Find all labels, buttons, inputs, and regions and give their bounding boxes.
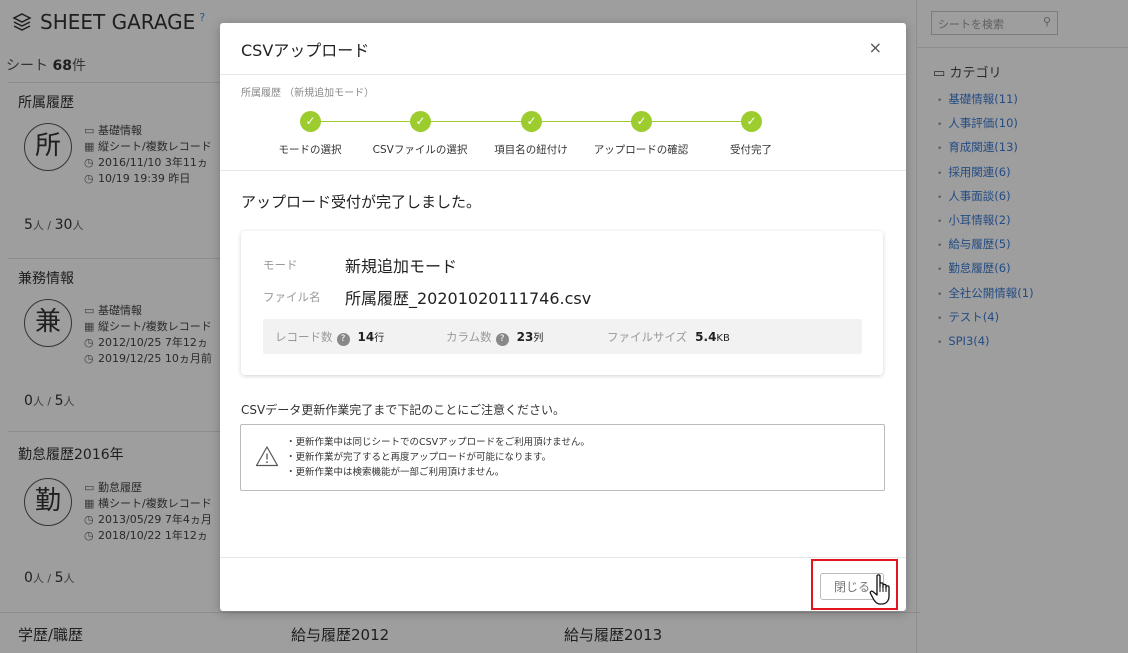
upload-summary-card: モード 新規追加モード ファイル名 所属履歴_20201020111746.cs… (241, 231, 883, 375)
record-count-unit: 行 (374, 333, 385, 344)
notice-box: 更新作業中は同じシートでのCSVアップロードをご利用頂けません。更新作業が完了す… (240, 424, 885, 491)
step-label: モードの選択 (278, 144, 342, 156)
filename-label: ファイル名 (263, 290, 321, 304)
filename-value: 所属履歴_20201020111746.csv (345, 289, 592, 308)
step-label: アップロードの確認 (593, 144, 689, 156)
record-count-value: 14 (357, 330, 375, 344)
check-icon: ✓ (521, 111, 542, 132)
check-icon: ✓ (410, 111, 431, 132)
step-label: 受付完了 (730, 144, 772, 156)
mode-label: モード (263, 258, 298, 272)
notice-item: 更新作業中は同じシートでのCSVアップロードをご利用頂けません。 (286, 435, 590, 450)
check-icon: ✓ (631, 111, 652, 132)
completion-message: アップロード受付が完了しました。 (241, 193, 482, 211)
hand-pointer-icon (869, 574, 890, 605)
csv-upload-modal: CSVアップロード × 所属履歴 （新規追加モード） ✓ モードの選択 ✓ CS… (220, 23, 906, 611)
step-label: 項目名の紐付け (494, 144, 568, 156)
mode-row: モード 新規追加モード (263, 257, 457, 276)
file-size-value: 5.4 (695, 330, 717, 344)
record-count: レコード数? 14行 (275, 329, 384, 346)
notice-item: 更新作業が完了すると再度アップロードが可能になります。 (286, 450, 590, 465)
step-label: CSVファイルの選択 (372, 144, 468, 156)
column-count-unit: 列 (533, 333, 544, 344)
help-icon[interactable]: ? (495, 333, 509, 346)
column-count-label: カラム数 (446, 330, 492, 344)
modal-footer: 閉じる (220, 557, 906, 611)
column-count-value: 23 (516, 330, 534, 344)
notice-title: CSVデータ更新作業完了まで下記のことにご注意ください。 (241, 403, 565, 417)
notice-list: 更新作業中は同じシートでのCSVアップロードをご利用頂けません。更新作業が完了す… (286, 435, 590, 480)
divider (220, 170, 906, 171)
column-count: カラム数? 23列 (446, 329, 543, 346)
breadcrumb: 所属履歴 （新規追加モード） (241, 88, 375, 99)
check-icon: ✓ (741, 111, 762, 132)
file-size-unit: KB (716, 333, 730, 344)
file-size-label: ファイルサイズ (607, 330, 688, 344)
record-count-label: レコード数 (275, 330, 333, 344)
file-size: ファイルサイズ 5.4KB (607, 329, 730, 345)
close-icon[interactable]: × (869, 38, 882, 57)
modal-header: CSVアップロード × (220, 23, 906, 75)
mode-value: 新規追加モード (345, 257, 458, 276)
filename-row: ファイル名 所属履歴_20201020111746.csv (263, 289, 591, 308)
progress-steps: ✓ モードの選択 ✓ CSVファイルの選択 ✓ 項目名の紐付け ✓ アップロード… (279, 111, 836, 161)
check-icon: ✓ (300, 111, 321, 132)
notice-item: 更新作業中は検索機能が一部ご利用頂けません。 (286, 465, 590, 480)
file-stats: レコード数? 14行 カラム数? 23列 ファイルサイズ 5.4KB (263, 319, 862, 354)
warning-icon (255, 446, 279, 467)
help-icon[interactable]: ? (336, 333, 350, 346)
modal-title: CSVアップロード (241, 41, 370, 60)
